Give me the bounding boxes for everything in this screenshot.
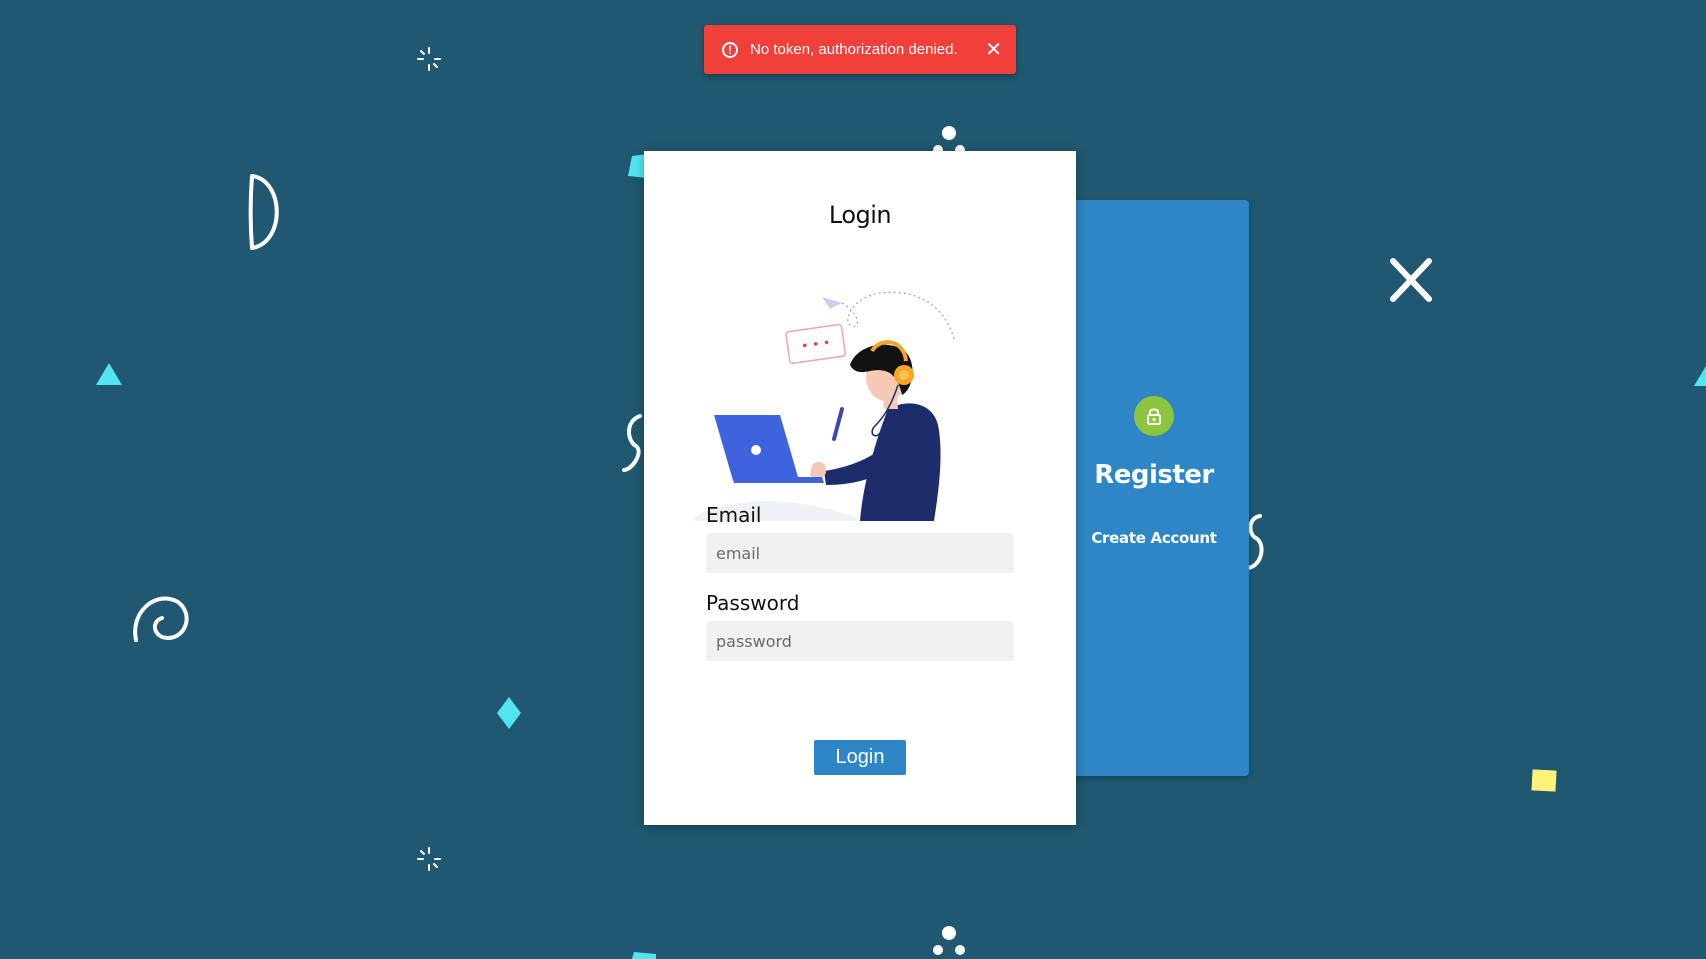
- parallelogram-shape: [632, 952, 656, 959]
- login-card: Login Email email Password Login: [644, 151, 1076, 825]
- spiral-shape: [133, 596, 189, 642]
- x-shape: [1390, 258, 1432, 302]
- email-label: Email: [706, 503, 762, 527]
- lock-icon: [1134, 396, 1174, 436]
- password-field[interactable]: [706, 621, 1014, 661]
- person-with-laptop-illustration: [692, 291, 955, 521]
- sparkle-icon: [417, 47, 441, 71]
- toast-message: No token, authorization denied.: [750, 41, 958, 58]
- email-field[interactable]: [706, 533, 1014, 573]
- password-label: Password: [706, 591, 800, 615]
- error-toast: ! No token, authorization denied. ✕: [704, 25, 1016, 74]
- dots-shape: [933, 926, 965, 955]
- page-title: Login: [828, 201, 892, 229]
- register-title: Register: [1094, 460, 1214, 490]
- error-circle-icon: !: [722, 41, 738, 58]
- square-shape: [1531, 769, 1557, 792]
- close-icon[interactable]: ✕: [985, 40, 1002, 60]
- half-circle-shape: [248, 174, 279, 250]
- diamond-shape: [497, 697, 521, 729]
- page-background: ! No token, authorization denied. ✕ Regi…: [0, 0, 1706, 959]
- register-panel: Register Create Account: [1070, 200, 1249, 776]
- create-account-link[interactable]: Create Account: [1070, 529, 1238, 547]
- sparkle-icon: [417, 847, 441, 871]
- login-button[interactable]: Login: [814, 740, 906, 775]
- triangle-shape: [1694, 366, 1706, 386]
- triangle-shape: [96, 363, 122, 385]
